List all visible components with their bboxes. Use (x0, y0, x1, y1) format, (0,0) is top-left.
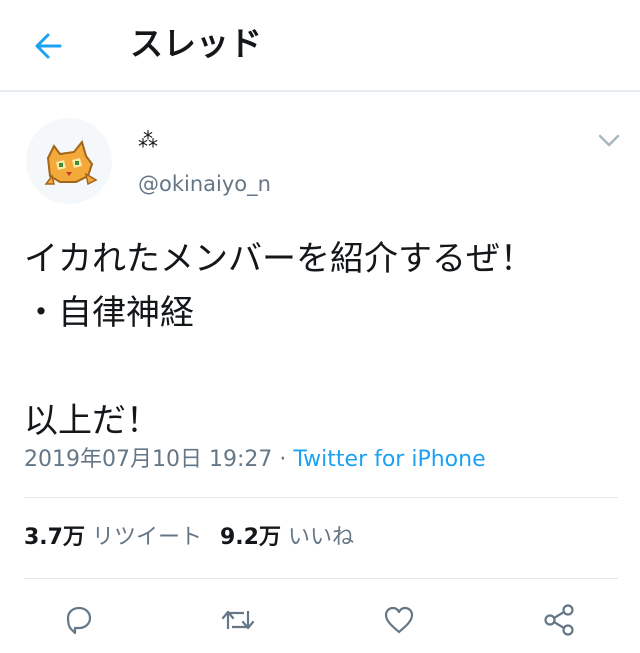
divider (24, 497, 618, 498)
cat-avatar-icon (26, 118, 112, 204)
like-button[interactable] (379, 600, 419, 640)
tweet-meta: 2019年07月10日 19:27 · Twitter for iPhone (24, 444, 486, 476)
tweet-line: 以上だ！ (24, 401, 160, 441)
top-app-bar: スレッド (0, 0, 640, 92)
tweet-text: イカれたメンバーを紹介するぜ！ ・自律神経 以上だ！ (24, 232, 624, 448)
tweet-line (24, 340, 624, 394)
back-button[interactable] (24, 22, 72, 70)
timestamp: 2019年07月10日 19:27 (24, 447, 273, 472)
share-icon (544, 604, 574, 636)
avatar[interactable] (26, 118, 112, 204)
divider (24, 578, 618, 579)
tweet-line: ・自律神経 (24, 293, 194, 333)
likes-label: いいね (287, 525, 354, 550)
meta-separator: · (279, 447, 287, 472)
reply-icon (66, 606, 92, 635)
heart-icon (384, 606, 414, 634)
likes-stat[interactable]: 9.2万 いいね (220, 525, 354, 550)
reply-button[interactable] (59, 600, 99, 640)
source-link[interactable]: Twitter for iPhone (293, 447, 485, 472)
user-handle[interactable]: @okinaiyo_n (138, 170, 271, 198)
tweet-actions (0, 598, 640, 648)
retweet-button[interactable] (218, 600, 258, 640)
engagement-stats: 3.7万 リツイート 9.2万 いいね (24, 522, 354, 554)
retweet-icon (221, 610, 255, 630)
more-options-button[interactable] (594, 128, 624, 152)
page-title: スレッド (130, 24, 262, 63)
display-name[interactable]: ⁂ (138, 128, 158, 152)
thread-screen: スレッド ⁂ @okinaiyo_n イカれたメンバーを紹介するぜ！ ・自律神経… (0, 0, 640, 653)
retweets-count: 3.7万 (24, 525, 85, 550)
likes-count: 9.2万 (220, 525, 281, 550)
tweet-line: イカれたメンバーを紹介するぜ！ (24, 239, 534, 279)
retweets-stat[interactable]: 3.7万 リツイート (24, 525, 202, 550)
retweets-label: リツイート (91, 525, 202, 550)
chevron-down-icon (598, 134, 620, 147)
arrow-left-icon (35, 33, 62, 59)
share-button[interactable] (539, 600, 579, 640)
